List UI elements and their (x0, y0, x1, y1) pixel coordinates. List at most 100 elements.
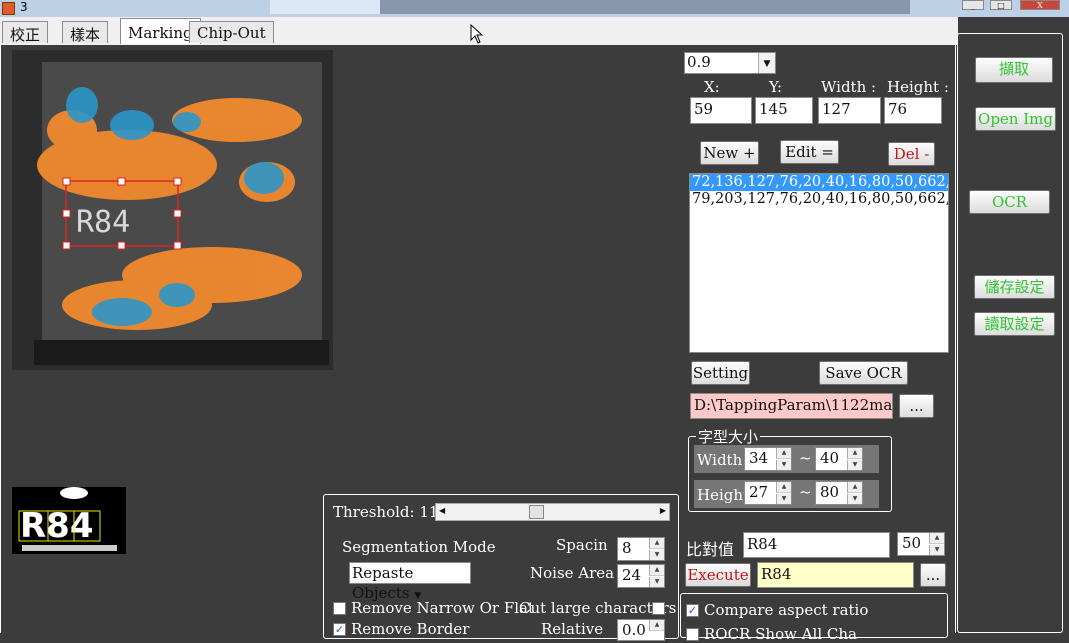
font-height-label: Height (697, 486, 750, 504)
spin-down-icon[interactable]: ▼ (847, 460, 862, 470)
relative-stepper[interactable]: 0.0 ▲ (617, 619, 665, 641)
list-item[interactable]: 79,203,127,76,20,40,16,80,50,662,D:\Ta (690, 191, 948, 208)
result-browse-button[interactable]: ... (920, 563, 946, 587)
font-width-max-stepper[interactable]: 40 ▲ ▼ (815, 447, 863, 471)
compare-field[interactable]: R84 (743, 532, 890, 558)
open-image-button[interactable]: Open Img (975, 107, 1056, 131)
binary-preview-text: R84 (20, 506, 94, 546)
tab-sample[interactable]: 樣本 (62, 21, 109, 44)
remove-narrow-label: Remove Narrow Or Flat (351, 599, 535, 617)
spin-up-icon[interactable]: ▲ (649, 538, 664, 549)
load-settings-button[interactable]: 讀取設定 (974, 312, 1055, 336)
threshold-slider[interactable]: ◀ ▶ (435, 503, 670, 521)
segmentation-mode-value: Repaste Objects (352, 564, 414, 602)
font-height-min-value: 27 (749, 483, 769, 501)
remove-border-checkbox[interactable]: ✓ (333, 623, 346, 636)
width-field[interactable]: 127 (818, 97, 881, 124)
execute-button[interactable]: Execute (685, 563, 751, 587)
title-bar: 3 _ □ X (0, 0, 1069, 17)
delete-roi-button[interactable]: Del - (888, 142, 935, 166)
ocr-button[interactable]: OCR (969, 190, 1050, 214)
remove-narrow-checkbox[interactable] (333, 602, 346, 615)
compare-label: 比對值 (686, 540, 735, 559)
background-window-strip (270, 0, 380, 14)
ocr-path-field[interactable]: D:\TappingParam\1122mark.M( (690, 393, 893, 419)
mouse-cursor-icon (470, 24, 484, 44)
font-height-max-stepper[interactable]: 80 ▲ ▼ (815, 481, 863, 505)
spin-up-icon[interactable]: ▲ (776, 448, 791, 459)
tab-chip-out[interactable]: Chip-Out (189, 21, 274, 43)
scroll-left-icon[interactable]: ◀ (439, 506, 445, 515)
browse-path-button[interactable]: ... (899, 394, 934, 418)
binary-preview: R84 (12, 487, 126, 554)
edit-roi-button[interactable]: Edit = (780, 140, 839, 164)
compare-score-stepper[interactable]: 50 ▲ ▼ (897, 532, 945, 556)
y-field[interactable]: 145 (755, 97, 813, 124)
noise-area-value: 24 (622, 566, 642, 584)
spin-up-icon[interactable]: ▲ (847, 482, 862, 493)
spin-up-icon[interactable]: ▲ (649, 620, 664, 631)
font-width-min-stepper[interactable]: 34 ▲ ▼ (744, 447, 792, 471)
threshold-slider-thumb[interactable] (529, 505, 544, 519)
maximize-button[interactable]: □ (990, 0, 1012, 10)
show-all-chars-checkbox[interactable] (686, 628, 699, 641)
relative-value: 0.0 (622, 621, 646, 639)
compare-aspect-checkbox[interactable]: ✓ (686, 604, 699, 617)
capture-button[interactable]: 擷取 (975, 57, 1053, 83)
height-field[interactable]: 76 (884, 97, 942, 124)
x-label: X: (704, 78, 720, 96)
spin-down-icon[interactable]: ▼ (649, 577, 664, 587)
noise-area-label: Noise Area (530, 564, 615, 582)
spin-down-icon[interactable]: ▼ (649, 550, 664, 560)
compare-aspect-label: Compare aspect ratio (704, 601, 869, 619)
height-label: Height : (887, 78, 949, 96)
compare-score-value: 50 (902, 534, 922, 552)
spacing-stepper[interactable]: 8 ▲ ▼ (617, 537, 665, 561)
cut-large-checkbox[interactable] (652, 602, 665, 615)
spin-up-icon[interactable]: ▲ (929, 533, 944, 544)
y-label: Y: (769, 78, 783, 96)
scroll-right-icon[interactable]: ▶ (660, 506, 666, 515)
font-width-max-value: 40 (820, 449, 840, 467)
close-button[interactable]: X (1020, 0, 1060, 10)
minimize-button[interactable]: _ (962, 0, 984, 10)
spin-up-icon[interactable]: ▲ (847, 448, 862, 459)
font-width-label: Width (697, 451, 743, 469)
relative-label: Relative (541, 620, 604, 638)
spin-down-icon[interactable]: ▼ (929, 545, 944, 555)
background-window-strip-dark (380, 0, 910, 14)
setting-button[interactable]: Setting (691, 361, 750, 385)
scale-combobox[interactable]: 0.9 ▼ (684, 52, 776, 74)
spacing-value: 8 (622, 539, 632, 557)
roi-list[interactable]: 72,136,127,76,20,40,16,80,50,662,D:\Ta 7… (689, 173, 949, 353)
font-height-max-value: 80 (820, 483, 840, 501)
chip-image-view[interactable]: R84 (12, 50, 333, 370)
font-height-min-stepper[interactable]: 27 ▲ ▼ (744, 481, 792, 505)
remove-border-label: Remove Border (351, 620, 470, 638)
spin-up-icon[interactable]: ▲ (649, 565, 664, 576)
save-ocr-button[interactable]: Save OCR (819, 361, 908, 385)
spin-down-icon[interactable]: ▼ (776, 494, 791, 504)
x-field[interactable]: 59 (690, 97, 752, 124)
new-roi-button[interactable]: New + (700, 141, 759, 165)
save-settings-button[interactable]: 儲存設定 (974, 275, 1055, 299)
font-width-min-value: 34 (749, 449, 769, 467)
segmentation-mode-select[interactable]: Repaste Objects ▼ (349, 562, 471, 602)
segmentation-mode-label: Segmentation Mode (342, 538, 496, 556)
ocr-result-field[interactable]: R84 (757, 562, 914, 588)
range-tilde: ~ (799, 449, 812, 467)
range-tilde: ~ (799, 483, 812, 501)
binary-preview-image: R84 (12, 487, 126, 554)
spacing-label: Spacin (556, 536, 608, 554)
noise-area-stepper[interactable]: 24 ▲ ▼ (617, 564, 665, 588)
spin-up-icon[interactable]: ▲ (776, 482, 791, 493)
chevron-down-icon[interactable]: ▼ (758, 53, 775, 73)
tab-calibration[interactable]: 校正 (2, 21, 49, 44)
spin-down-icon[interactable]: ▼ (847, 494, 862, 504)
threshold-label: Threshold: 118 (333, 503, 448, 521)
scale-value: 0.9 (687, 53, 711, 71)
spin-down-icon[interactable]: ▼ (776, 460, 791, 470)
chip-image: R84 (12, 50, 333, 370)
list-item[interactable]: 72,136,127,76,20,40,16,80,50,662,D:\Ta (690, 174, 948, 191)
window-title: 3 (20, 0, 28, 14)
